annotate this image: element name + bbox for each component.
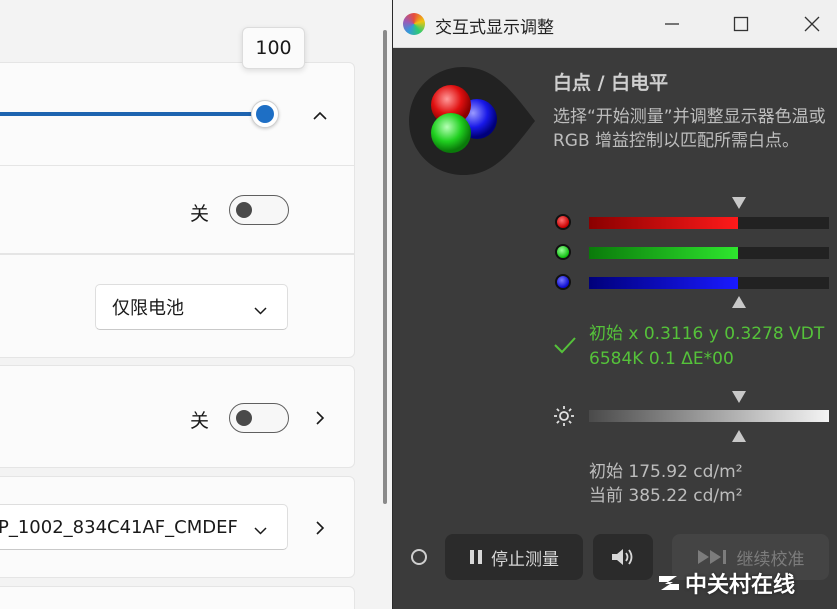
scrollbar[interactable] bbox=[383, 30, 387, 504]
brightness-slider-card bbox=[0, 62, 355, 166]
setting-toggle-1[interactable] bbox=[229, 195, 289, 225]
watermark: 中关村在线 bbox=[657, 567, 795, 599]
window-title: 交互式显示调整 bbox=[435, 18, 554, 38]
toggle-state-label: 关 bbox=[190, 203, 210, 225]
pause-icon bbox=[470, 550, 482, 564]
luminance-current: 当前 385.22 cd/m² bbox=[589, 486, 743, 506]
toggle-state-label: 关 bbox=[190, 410, 210, 432]
setting-toggle-2[interactable] bbox=[229, 403, 289, 433]
section-description: 选择“开始测量”并调整显示器色温或 RGB 增益控制以匹配所需白点。 bbox=[553, 107, 826, 151]
stop-button-label: 停止测量 bbox=[491, 549, 559, 570]
luminance-bar bbox=[589, 410, 829, 422]
blue-channel-dot bbox=[555, 274, 571, 290]
dropdown-value: 仅限电池 bbox=[112, 298, 184, 319]
display-adjust-window: 交互式显示调整 白点 / 白电平 选择“开始测量”并调整显示器色温或 RGB 增… bbox=[392, 0, 837, 609]
chevron-right-icon[interactable] bbox=[313, 520, 327, 535]
speaker-icon bbox=[612, 549, 633, 565]
blue-channel-bar bbox=[589, 277, 829, 289]
setting-row-3[interactable]: 关 bbox=[0, 365, 355, 468]
luminance-marker-bottom bbox=[732, 430, 746, 442]
dropdown-value: P_1002_834C41AF_CMDEF bbox=[0, 516, 238, 538]
stop-measurement-button[interactable]: 停止测量 bbox=[445, 534, 583, 580]
status-line-1: 初始 x 0.3116 y 0.3278 VDT bbox=[589, 324, 825, 344]
status-line-2: 6584K 0.1 ΔE*00 bbox=[589, 349, 734, 369]
blue-channel-fill bbox=[589, 277, 738, 289]
green-channel-bar bbox=[589, 247, 829, 259]
section-heading: 白点 / 白电平 bbox=[553, 72, 669, 94]
brightness-icon bbox=[554, 406, 574, 426]
red-channel-dot bbox=[555, 214, 571, 230]
setting-dropdown-2[interactable]: P_1002_834C41AF_CMDEF bbox=[0, 504, 288, 550]
slider-value-tooltip: 100 bbox=[242, 27, 305, 69]
slider-thumb[interactable] bbox=[251, 100, 279, 128]
close-icon[interactable] bbox=[800, 12, 824, 36]
skip-forward-icon bbox=[697, 550, 726, 564]
green-channel-fill bbox=[589, 247, 738, 259]
minimize-icon[interactable] bbox=[660, 12, 684, 36]
setting-row-4[interactable]: P_1002_834C41AF_CMDEF bbox=[0, 476, 355, 578]
luminance-marker-top bbox=[732, 391, 746, 403]
status-indicator bbox=[411, 549, 427, 565]
title-bar[interactable]: 交互式显示调整 bbox=[393, 0, 837, 48]
chevron-down-icon bbox=[254, 301, 267, 315]
app-icon bbox=[403, 13, 425, 35]
watermark-logo-icon bbox=[659, 576, 679, 590]
settings-pane: 100 关 仅限电池 关 P_1002_834C41AF_CMDEF bbox=[0, 0, 392, 609]
maximize-icon[interactable] bbox=[729, 12, 753, 36]
green-channel-dot bbox=[555, 244, 571, 260]
red-channel-bar bbox=[589, 217, 829, 229]
watermark-text: 中关村在线 bbox=[685, 573, 796, 598]
chevron-right-icon[interactable] bbox=[313, 410, 327, 425]
setting-row-2: 仅限电池 bbox=[0, 254, 355, 358]
rgb-target-marker-top bbox=[732, 197, 746, 209]
continue-button-label: 继续校准 bbox=[736, 549, 805, 570]
chevron-up-icon[interactable] bbox=[313, 108, 327, 122]
slider-track[interactable] bbox=[0, 112, 256, 116]
luminance-initial: 初始 175.92 cd/m² bbox=[589, 462, 743, 482]
chevron-down-icon bbox=[254, 521, 267, 535]
check-icon bbox=[554, 337, 576, 354]
rgb-target-marker-bottom bbox=[732, 296, 746, 308]
setting-row-5 bbox=[0, 586, 355, 609]
sound-toggle-button[interactable] bbox=[593, 534, 653, 580]
setting-row-1: 关 bbox=[0, 166, 355, 254]
setting-dropdown-1[interactable]: 仅限电池 bbox=[95, 284, 288, 330]
rgb-logo-icon bbox=[409, 67, 535, 175]
measurement-status: 初始 x 0.3116 y 0.3278 VDT 6584K 0.1 ΔE*00 bbox=[589, 322, 834, 372]
red-channel-fill bbox=[589, 217, 738, 229]
